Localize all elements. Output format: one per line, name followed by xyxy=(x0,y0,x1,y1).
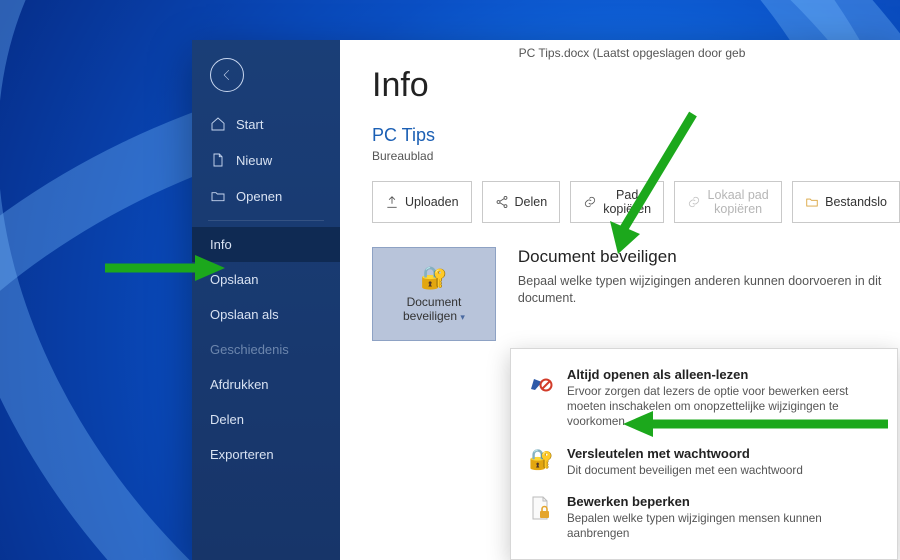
sidebar-item-label: Afdrukken xyxy=(210,377,269,392)
sidebar-separator xyxy=(208,220,324,221)
sidebar-item-label: Nieuw xyxy=(236,153,272,168)
chevron-down-icon: ▾ xyxy=(460,312,465,322)
sidebar-item-info[interactable]: Info xyxy=(192,227,340,262)
document-lock-icon xyxy=(527,494,555,522)
sidebar-item-save[interactable]: Opslaan xyxy=(192,262,340,297)
document-icon xyxy=(210,152,226,168)
back-button[interactable] xyxy=(210,58,244,92)
button-label: Lokaal pad kopiëren xyxy=(707,188,769,216)
menu-item-title: Altijd openen als alleen-lezen xyxy=(567,367,881,382)
pen-prohibit-icon xyxy=(527,367,555,395)
menu-item-restrict[interactable]: Bewerken beperken Bepalen welke typen wi… xyxy=(511,486,897,549)
button-label-line1: Document xyxy=(407,295,462,309)
sidebar-item-label: Delen xyxy=(210,412,244,427)
link-icon xyxy=(583,195,597,209)
menu-item-title: Bewerken beperken xyxy=(567,494,881,509)
link-icon xyxy=(687,195,701,209)
sidebar-item-print[interactable]: Afdrukken xyxy=(192,367,340,402)
copy-path-button[interactable]: Pad kopiëren xyxy=(570,181,664,223)
page-title: Info xyxy=(372,66,900,105)
sidebar-item-new[interactable]: Nieuw xyxy=(192,142,340,178)
menu-item-title: Versleutelen met wachtwoord xyxy=(567,446,803,461)
sidebar-item-label: Exporteren xyxy=(210,447,274,462)
sidebar-item-open[interactable]: Openen xyxy=(192,178,340,214)
info-panel: Info PC Tips Bureaublad Uploaden Delen P… xyxy=(340,40,900,560)
document-name: PC Tips xyxy=(372,125,900,146)
copy-local-path-button: Lokaal pad kopiëren xyxy=(674,181,782,223)
protect-document-menu: Altijd openen als alleen-lezen Ervoor zo… xyxy=(510,348,898,560)
folder-icon xyxy=(805,195,819,209)
menu-item-desc: Ervoor zorgen dat lezers de optie voor b… xyxy=(567,384,881,430)
upload-button[interactable]: Uploaden xyxy=(372,181,472,223)
sidebar-item-label: Opslaan xyxy=(210,272,258,287)
sidebar-item-start[interactable]: Start xyxy=(192,106,340,142)
menu-item-desc: Bepalen welke typen wijzigingen mensen k… xyxy=(567,511,881,541)
sidebar-item-label: Info xyxy=(210,237,232,252)
menu-item-encrypt[interactable]: 🔐 Versleutelen met wachtwoord Dit docume… xyxy=(511,438,897,486)
document-location: Bureaublad xyxy=(372,149,900,163)
protect-document-button[interactable]: 🔐 Document beveiligen ▾ xyxy=(372,247,496,341)
sidebar-item-export[interactable]: Exporteren xyxy=(192,437,340,472)
share-icon xyxy=(495,195,509,209)
button-label: Delen xyxy=(515,195,548,209)
sidebar-item-share[interactable]: Delen xyxy=(192,402,340,437)
folder-open-icon xyxy=(210,188,226,204)
button-label: Uploaden xyxy=(405,195,459,209)
button-label-line2: beveiligen xyxy=(403,309,457,323)
sidebar-item-saveas[interactable]: Opslaan als xyxy=(192,297,340,332)
sidebar-item-label: Start xyxy=(236,117,263,132)
arrow-left-icon xyxy=(220,68,234,82)
section-description: Bepaal welke typen wijzigingen anderen k… xyxy=(518,273,900,307)
share-button[interactable]: Delen xyxy=(482,181,561,223)
home-icon xyxy=(210,116,226,132)
sidebar-item-label: Openen xyxy=(236,189,282,204)
button-label: Pad kopiëren xyxy=(603,188,651,216)
file-location-button[interactable]: Bestandslo xyxy=(792,181,900,223)
word-backstage-window: PC Tips.docx (Laatst opgeslagen door geb… xyxy=(192,40,900,560)
backstage-sidebar: Start Nieuw Openen Info Opslaan Opslaan … xyxy=(192,40,340,560)
lock-key-icon: 🔐 xyxy=(527,446,555,474)
lock-key-icon: 🔐 xyxy=(420,265,447,291)
sidebar-item-label: Geschiedenis xyxy=(210,342,289,357)
menu-item-desc: Dit document beveiligen met een wachtwoo… xyxy=(567,463,803,478)
button-label: Bestandslo xyxy=(825,195,887,209)
sidebar-item-label: Opslaan als xyxy=(210,307,279,322)
menu-item-readonly[interactable]: Altijd openen als alleen-lezen Ervoor zo… xyxy=(511,359,897,438)
info-toolbar: Uploaden Delen Pad kopiëren Lokaal pad k… xyxy=(372,181,900,223)
upload-icon xyxy=(385,195,399,209)
section-heading: Document beveiligen xyxy=(518,247,900,267)
sidebar-item-history[interactable]: Geschiedenis xyxy=(192,332,340,367)
